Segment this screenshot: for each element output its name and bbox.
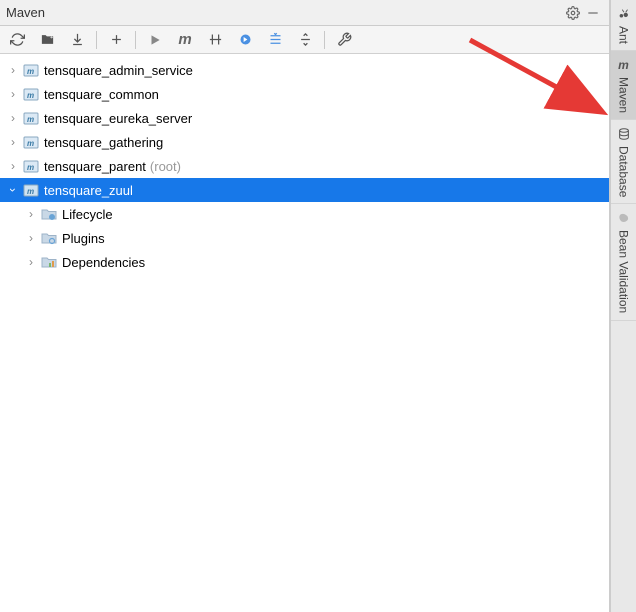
svg-text:m: m bbox=[27, 187, 34, 196]
tree-item-parent[interactable]: › m tensquare_parent (root) bbox=[0, 154, 609, 178]
tree-label: tensquare_gathering bbox=[44, 135, 163, 150]
svg-text:m: m bbox=[27, 91, 34, 100]
tab-bean-validation[interactable]: Bean Validation bbox=[611, 204, 636, 320]
dependencies-folder-icon bbox=[40, 253, 58, 271]
svg-text:+: + bbox=[50, 35, 53, 41]
svg-text:m: m bbox=[27, 67, 34, 76]
tree-label: tensquare_zuul bbox=[44, 183, 133, 198]
maven-icon: m bbox=[616, 57, 632, 73]
tree-label: Plugins bbox=[62, 231, 105, 246]
tree-item-plugins[interactable]: › Plugins bbox=[0, 226, 609, 250]
tree-label: tensquare_admin_service bbox=[44, 63, 193, 78]
tree-label: Lifecycle bbox=[62, 207, 113, 222]
tab-label: Bean Validation bbox=[617, 230, 631, 313]
plugins-folder-icon bbox=[40, 229, 58, 247]
ant-icon bbox=[616, 6, 632, 22]
tab-label: Ant bbox=[617, 26, 631, 44]
chevron-right-icon[interactable]: › bbox=[4, 157, 22, 175]
chevron-down-icon[interactable]: › bbox=[4, 181, 22, 199]
tab-label: Maven bbox=[617, 77, 631, 113]
m-icon[interactable]: m bbox=[172, 28, 198, 52]
chevron-right-icon[interactable]: › bbox=[4, 133, 22, 151]
wrench-icon[interactable] bbox=[331, 28, 357, 52]
maven-panel: Maven + m bbox=[0, 0, 610, 612]
toolbar-separator bbox=[324, 31, 325, 49]
database-icon bbox=[616, 126, 632, 142]
tree-label: tensquare_parent bbox=[44, 159, 146, 174]
play-icon[interactable] bbox=[142, 28, 168, 52]
tree-label: tensquare_eureka_server bbox=[44, 111, 192, 126]
offline-icon[interactable] bbox=[232, 28, 258, 52]
panel-header: Maven bbox=[0, 0, 609, 26]
tree-item-zuul[interactable]: › m tensquare_zuul bbox=[0, 178, 609, 202]
toolbar-separator bbox=[96, 31, 97, 49]
tree-label: Dependencies bbox=[62, 255, 145, 270]
maven-module-icon: m bbox=[22, 133, 40, 151]
tab-maven[interactable]: m Maven bbox=[611, 51, 636, 120]
maven-module-icon: m bbox=[22, 157, 40, 175]
tree-item-admin-service[interactable]: › m tensquare_admin_service bbox=[0, 58, 609, 82]
expand-all-icon[interactable] bbox=[262, 28, 288, 52]
gear-icon[interactable] bbox=[563, 3, 583, 23]
tab-label: Database bbox=[617, 146, 631, 197]
right-sidebar: Ant m Maven Database Bean Validation bbox=[610, 0, 636, 612]
svg-text:m: m bbox=[27, 163, 34, 172]
maven-module-icon: m bbox=[22, 85, 40, 103]
tree-item-eureka[interactable]: › m tensquare_eureka_server bbox=[0, 106, 609, 130]
toolbar: + m bbox=[0, 26, 609, 54]
tree-item-dependencies[interactable]: › Dependencies bbox=[0, 250, 609, 274]
maven-module-icon: m bbox=[22, 181, 40, 199]
add-folder-icon[interactable]: + bbox=[34, 28, 60, 52]
tree-item-gathering[interactable]: › m tensquare_gathering bbox=[0, 130, 609, 154]
tree-item-lifecycle[interactable]: › Lifecycle bbox=[0, 202, 609, 226]
maven-module-icon: m bbox=[22, 61, 40, 79]
skip-tests-icon[interactable] bbox=[202, 28, 228, 52]
svg-text:m: m bbox=[27, 115, 34, 124]
toolbar-separator bbox=[135, 31, 136, 49]
chevron-right-icon[interactable]: › bbox=[22, 253, 40, 271]
chevron-right-icon[interactable]: › bbox=[4, 109, 22, 127]
tree-label: tensquare_common bbox=[44, 87, 159, 102]
chevron-right-icon[interactable]: › bbox=[22, 205, 40, 223]
svg-text:m: m bbox=[27, 139, 34, 148]
tree-suffix: (root) bbox=[150, 159, 181, 174]
panel-title: Maven bbox=[6, 5, 563, 20]
chevron-right-icon[interactable]: › bbox=[4, 85, 22, 103]
collapse-all-icon[interactable] bbox=[292, 28, 318, 52]
project-tree[interactable]: › m tensquare_admin_service › m tensquar… bbox=[0, 54, 609, 274]
bean-icon bbox=[616, 210, 632, 226]
chevron-right-icon[interactable]: › bbox=[22, 229, 40, 247]
minimize-icon[interactable] bbox=[583, 3, 603, 23]
plus-icon[interactable] bbox=[103, 28, 129, 52]
tab-database[interactable]: Database bbox=[611, 120, 636, 204]
tab-ant[interactable]: Ant bbox=[611, 0, 636, 51]
tree-item-common[interactable]: › m tensquare_common bbox=[0, 82, 609, 106]
lifecycle-folder-icon bbox=[40, 205, 58, 223]
refresh-icon[interactable] bbox=[4, 28, 30, 52]
maven-module-icon: m bbox=[22, 109, 40, 127]
chevron-right-icon[interactable]: › bbox=[4, 61, 22, 79]
download-icon[interactable] bbox=[64, 28, 90, 52]
